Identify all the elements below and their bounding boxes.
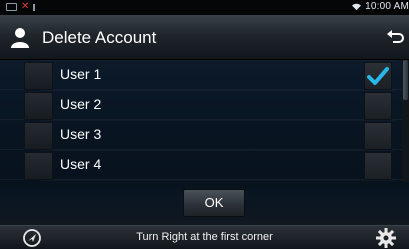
mail-icon: [6, 3, 17, 11]
action-area: OK: [0, 182, 409, 225]
signal-icon: [33, 3, 39, 11]
status-time: 10:00 AM: [365, 1, 409, 12]
user-icon: [11, 28, 29, 48]
ok-button[interactable]: OK: [183, 189, 245, 217]
list-item[interactable]: User 1: [0, 60, 409, 90]
user-label: User 2: [60, 96, 102, 112]
user-checkbox[interactable]: [364, 122, 392, 150]
row-icon-cell: [24, 92, 53, 120]
row-icon-cell: [24, 62, 53, 90]
user-checkbox[interactable]: [364, 92, 392, 120]
user-label: User 1: [60, 66, 102, 82]
status-icons-right: 10:00 AM: [351, 1, 409, 12]
wifi-icon: [352, 3, 362, 10]
list-scrollbar[interactable]: [402, 60, 409, 182]
user-list: User 1 User 2 User 3 User 4: [0, 60, 409, 182]
scrollbar-thumb[interactable]: [403, 60, 408, 100]
user-label: User 3: [60, 126, 102, 142]
row-icon-cell: [24, 122, 53, 150]
user-checkbox-checked[interactable]: [364, 62, 392, 90]
navigation-instruction: Turn Right at the first corner: [136, 231, 273, 243]
back-button[interactable]: [385, 28, 407, 46]
header: Delete Account: [0, 15, 409, 60]
gear-icon[interactable]: [375, 227, 397, 249]
status-bar: ✕ 10:00 AM: [0, 0, 409, 15]
check-icon: [367, 67, 389, 85]
bottom-bar: Turn Right at the first corner: [0, 225, 409, 249]
row-icon-cell: [24, 152, 53, 180]
user-label: User 4: [60, 156, 102, 172]
no-signal-icon: ✕: [21, 1, 30, 12]
list-item[interactable]: User 2: [0, 90, 409, 120]
list-item[interactable]: User 4: [0, 150, 409, 180]
status-icons-left: ✕: [6, 2, 39, 12]
user-checkbox[interactable]: [364, 152, 392, 180]
list-item[interactable]: User 3: [0, 120, 409, 150]
page-title: Delete Account: [42, 28, 157, 47]
